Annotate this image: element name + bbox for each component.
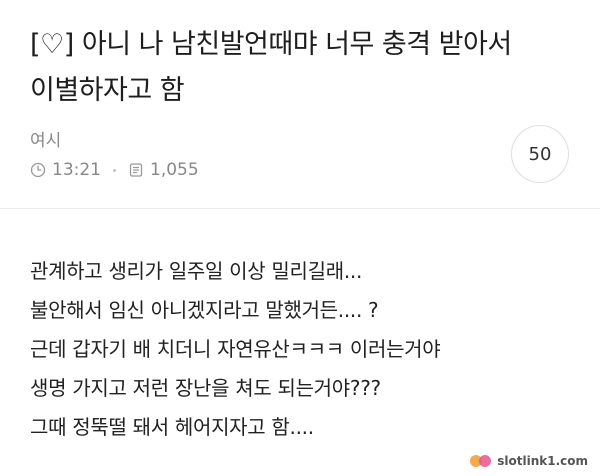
watermark-text: slotlink1.com	[497, 454, 588, 468]
body-line: 관계하고 생리가 일주일 이상 밀리길래...	[30, 259, 363, 283]
logo-icon	[470, 454, 492, 468]
divider	[0, 208, 600, 209]
post-time-text: 13:21	[52, 160, 101, 180]
post-body: 관계하고 생리가 일주일 이상 밀리길래... 불안해서 임신 아니겠지라고 말…	[30, 252, 590, 447]
post-views-text: 1,055	[150, 160, 199, 180]
meta-separator	[113, 168, 116, 172]
author-name[interactable]: 여시	[30, 126, 61, 151]
body-line: 불안해서 임신 아니겠지라고 말했거든.... ?	[30, 298, 379, 322]
body-line: 그때 정뚝떨 돼서 헤어지자고 함....	[30, 415, 314, 439]
comment-count: 50	[528, 143, 552, 165]
body-line: 근데 갑자기 배 치더니 자연유산ㅋㅋㅋ 이러는거야	[30, 337, 441, 361]
post-title: [♡] 아니 나 남친발언때먀 너무 충격 받아서 이별하자고 함	[30, 29, 512, 106]
body-line: 생명 가지고 저런 장난을 쳐도 되는거야???	[30, 376, 381, 400]
post-meta: 13:21 1,055	[30, 160, 199, 180]
document-icon	[129, 163, 143, 177]
post-views: 1,055	[128, 160, 199, 180]
watermark: slotlink1.com	[470, 454, 588, 468]
clock-icon	[30, 162, 46, 178]
post-time: 13:21	[30, 160, 101, 180]
comment-count-button[interactable]: 50	[511, 125, 569, 183]
